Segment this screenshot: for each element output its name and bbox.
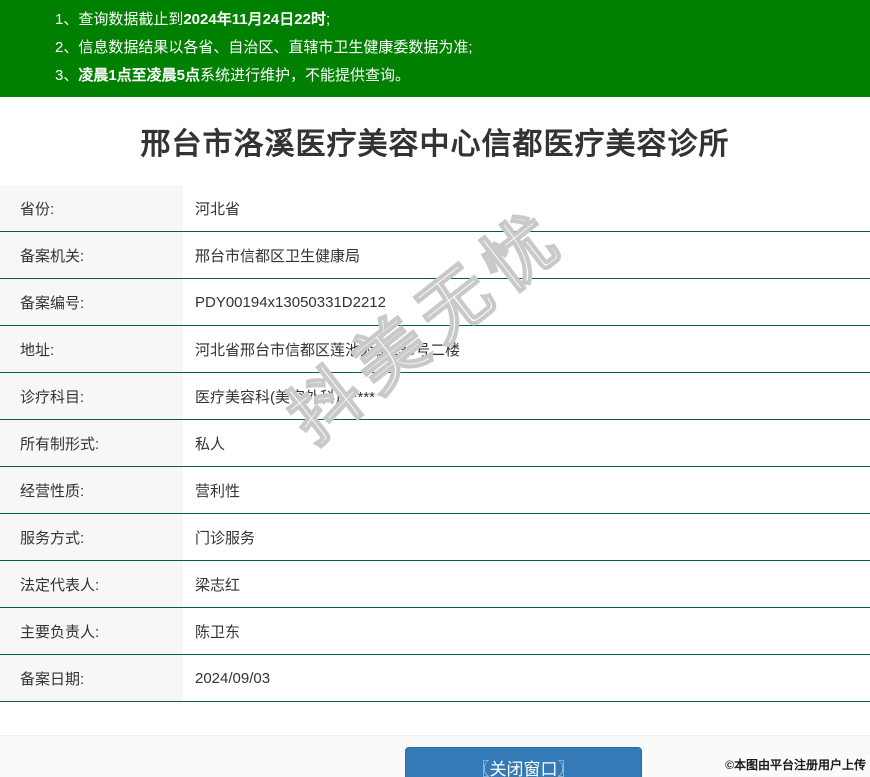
row-label: 地址: [0, 326, 183, 372]
notice-line-2: 2、信息数据结果以各省、自治区、直辖市卫生健康委数据为准; [55, 34, 860, 62]
row-label: 备案日期: [0, 655, 183, 701]
notice-line-2-pre: 2、信息数据结果以各省、自治区、直辖市卫生健康委数据为准; [55, 39, 473, 56]
row-label: 所有制形式: [0, 420, 183, 466]
notice-line-1-bold: 2024年11月24日22时 [183, 11, 326, 28]
row-value: 河北省 [183, 185, 870, 231]
notice-line-3: 3、凌晨1点至凌晨5点系统进行维护，不能提供查询。 [55, 62, 860, 90]
table-row-service-mode: 服务方式: 门诊服务 [0, 514, 870, 561]
table-row-filing-number: 备案编号: PDY00194x13050331D2212 [0, 279, 870, 326]
row-value: 邢台市信都区卫生健康局 [183, 232, 870, 278]
row-value: 营利性 [183, 467, 870, 513]
notice-line-1: 1、查询数据截止到2024年11月24日22时; [55, 6, 860, 34]
row-value: 私人 [183, 420, 870, 466]
table-row-ownership-form: 所有制形式: 私人 [0, 420, 870, 467]
row-value: 2024/09/03 [183, 655, 870, 701]
notice-line-1-post: ; [325, 11, 331, 28]
row-label: 经营性质: [0, 467, 183, 513]
notice-line-3-bold: 凌晨1点至凌晨5点 [78, 67, 201, 84]
table-row-province: 省份: 河北省 [0, 185, 870, 232]
row-label: 备案编号: [0, 279, 183, 325]
notice-header: 1、查询数据截止到2024年11月24日22时; 2、信息数据结果以各省、自治区… [0, 0, 870, 97]
row-label: 省份: [0, 185, 183, 231]
row-value: 医疗美容科(美容外科)****** [183, 373, 870, 419]
row-label: 主要负责人: [0, 608, 183, 654]
table-row-treatment-subjects: 诊疗科目: 医疗美容科(美容外科)****** [0, 373, 870, 420]
title-wrap: 邢台市洛溪医疗美容中心信都医疗美容诊所 [0, 97, 870, 185]
row-label: 法定代表人: [0, 561, 183, 607]
page-title: 邢台市洛溪医疗美容中心信都医疗美容诊所 [140, 128, 730, 161]
row-value: 河北省邢台市信都区莲池大街233号二楼 [183, 326, 870, 372]
table-row-business-nature: 经营性质: 营利性 [0, 467, 870, 514]
row-label: 备案机关: [0, 232, 183, 278]
table-row-principal: 主要负责人: 陈卫东 [0, 608, 870, 655]
row-value: 陈卫东 [183, 608, 870, 654]
row-label: 服务方式: [0, 514, 183, 560]
row-value: PDY00194x13050331D2212 [183, 279, 870, 325]
row-value: 门诊服务 [183, 514, 870, 560]
table-row-filing-date: 备案日期: 2024/09/03 [0, 655, 870, 702]
notice-line-1-pre: 1、查询数据截止到 [55, 11, 184, 28]
notice-line-3-pre: 3、 [55, 67, 79, 84]
close-window-button[interactable]: 〖关闭窗口〗 [405, 747, 642, 777]
notice-line-3-post: 系统进行维护，不能提供查询。 [200, 67, 411, 84]
footer-bar: 〖关闭窗口〗 ©本图由平台注册用户上传 [0, 735, 870, 777]
table-row-filing-authority: 备案机关: 邢台市信都区卫生健康局 [0, 232, 870, 279]
row-value: 梁志红 [183, 561, 870, 607]
upload-caption: ©本图由平台注册用户上传 [725, 758, 866, 772]
row-label: 诊疗科目: [0, 373, 183, 419]
table-row-address: 地址: 河北省邢台市信都区莲池大街233号二楼 [0, 326, 870, 373]
info-table: 省份: 河北省 备案机关: 邢台市信都区卫生健康局 备案编号: PDY00194… [0, 185, 870, 702]
table-row-legal-representative: 法定代表人: 梁志红 [0, 561, 870, 608]
